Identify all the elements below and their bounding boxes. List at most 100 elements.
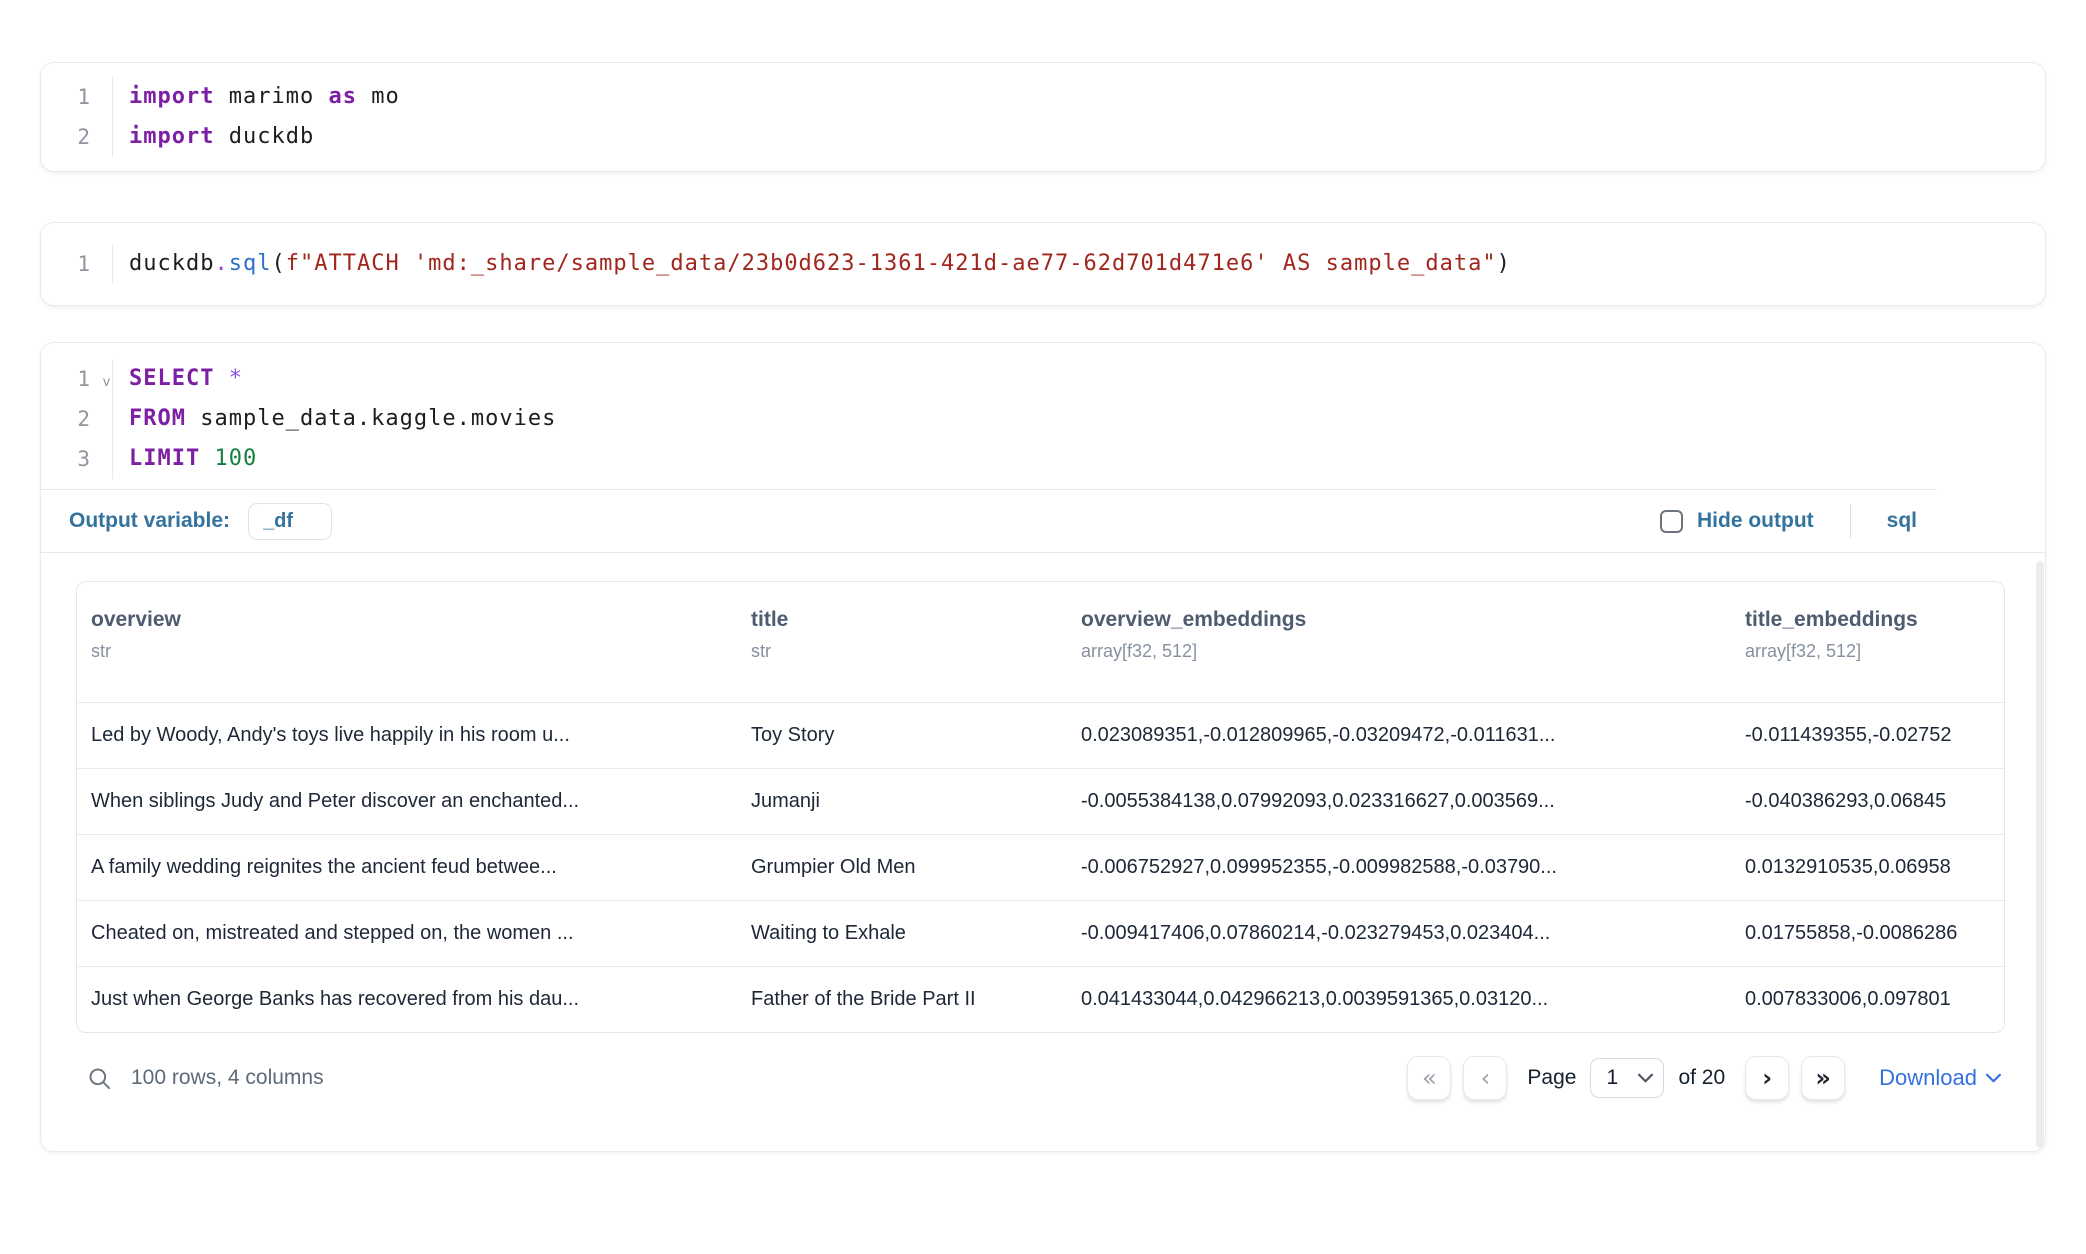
table-cell[interactable]: 0.01755858,-0.0086286 <box>1745 922 2004 945</box>
hide-output-checkbox[interactable] <box>1660 510 1683 533</box>
next-page-button[interactable]: › <box>1745 1056 1789 1100</box>
code-cell-imports: 1import marimo as mo2import duckdb <box>40 62 2046 172</box>
column-header-overview[interactable]: overview str <box>91 608 751 702</box>
column-name: title <box>751 608 1067 632</box>
table-cell[interactable]: Toy Story <box>751 724 1081 747</box>
code-line[interactable]: 3LIMIT 100 <box>41 439 2045 479</box>
line-number: 3 <box>41 439 113 479</box>
code-token <box>214 366 228 391</box>
code-token: . <box>214 251 228 276</box>
table-row[interactable]: Cheated on, mistreated and stepped on, t… <box>77 900 2004 966</box>
table-cell[interactable]: Just when George Banks has recovered fro… <box>91 988 751 1011</box>
column-dtype: array[f32, 512] <box>1081 641 1731 662</box>
code-editor[interactable]: 1duckdb.sql(f"ATTACH 'md:_share/sample_d… <box>41 244 2045 284</box>
dataframe-table: overview str title str overview_embeddingsar… <box>76 581 2005 1033</box>
hide-output-label[interactable]: Hide output <box>1697 509 1814 533</box>
code-token: duckdb <box>214 124 314 149</box>
chevron-down-icon <box>1638 1073 1653 1083</box>
code-token: as <box>328 84 357 109</box>
first-page-button[interactable]: « <box>1407 1056 1451 1100</box>
table-cell[interactable]: Grumpier Old Men <box>751 856 1081 879</box>
output-variable-bar: Output variable: Hide output sql <box>41 490 2045 552</box>
code-cell-attach: 1duckdb.sql(f"ATTACH 'md:_share/sample_d… <box>40 222 2046 306</box>
table-footer: 100 rows, 4 columns « ‹ Page 1 <box>76 1049 2005 1107</box>
sql-cell: 1vSELECT *2FROM sample_data.kaggle.movie… <box>40 342 2046 1152</box>
prev-page-button[interactable]: ‹ <box>1463 1056 1507 1100</box>
table-cell[interactable]: -0.011439355,-0.02752 <box>1745 724 2004 747</box>
table-header-row: overview str title str overview_embeddingsar… <box>77 582 2004 702</box>
code-text: SELECT * <box>113 359 243 399</box>
line-number: 2 <box>41 399 113 439</box>
output-variable-input[interactable] <box>248 503 332 540</box>
page-select[interactable]: 1 <box>1590 1058 1664 1098</box>
table-cell[interactable]: 0.023089351,-0.012809965,-0.03209472,-0.… <box>1081 724 1745 747</box>
output-variable-label: Output variable: <box>69 509 230 533</box>
code-line[interactable]: 1vSELECT * <box>41 359 2045 399</box>
code-token: f"ATTACH 'md:_share/sample_data/23b0d623… <box>286 251 1497 276</box>
code-token: ( <box>271 251 285 276</box>
page-label: Page <box>1527 1066 1576 1090</box>
language-badge-sql[interactable]: sql <box>1887 509 1917 533</box>
table-cell[interactable]: When siblings Judy and Peter discover an… <box>91 790 751 813</box>
table-cell[interactable]: Jumanji <box>751 790 1081 813</box>
code-token: ) <box>1497 251 1511 276</box>
line-number: 1v <box>41 359 113 399</box>
double-chevron-right-icon: » <box>1815 1064 1831 1092</box>
last-page-button[interactable]: » <box>1801 1056 1845 1100</box>
table-cell[interactable]: Father of the Bride Part II <box>751 988 1081 1011</box>
code-text: duckdb.sql(f"ATTACH 'md:_share/sample_da… <box>113 244 1511 284</box>
line-number: 1 <box>41 77 113 117</box>
table-cell[interactable]: A family wedding reignites the ancient f… <box>91 856 751 879</box>
table-cell[interactable]: Waiting to Exhale <box>751 922 1081 945</box>
code-line[interactable]: 1duckdb.sql(f"ATTACH 'md:_share/sample_d… <box>41 244 2045 284</box>
code-token: 100 <box>214 446 257 471</box>
column-dtype: str <box>751 641 1067 662</box>
code-text: LIMIT 100 <box>113 439 257 479</box>
table-output-area: overview str title str overview_embeddingsar… <box>41 553 2045 1151</box>
table-cell[interactable]: -0.0055384138,0.07992093,0.023316627,0.0… <box>1081 790 1745 813</box>
cell-scrollbar[interactable] <box>2036 561 2044 1148</box>
column-header-title_embeddings[interactable]: title_embeddingsarray[f32, 512] <box>1745 608 2004 702</box>
line-number: 2 <box>41 117 113 157</box>
divider <box>1850 504 1851 538</box>
table-cell[interactable]: 0.041433044,0.042966213,0.0039591365,0.0… <box>1081 988 1745 1011</box>
code-token: * <box>229 366 243 391</box>
column-dtype: str <box>91 641 737 662</box>
column-header-title[interactable]: title str <box>751 608 1081 702</box>
download-button[interactable]: Download <box>1879 1065 2001 1091</box>
download-label: Download <box>1879 1065 1977 1091</box>
code-text: import duckdb <box>113 117 314 157</box>
column-header-overview_embeddings[interactable]: overview_embeddings array[f32, 512] <box>1081 608 1745 702</box>
double-chevron-left-icon: « <box>1422 1064 1437 1092</box>
table-cell[interactable]: Led by Woody, Andy's toys live happily i… <box>91 724 751 747</box>
table-cell[interactable]: Cheated on, mistreated and stepped on, t… <box>91 922 751 945</box>
notebook-page: 1import marimo as mo2import duckdb 1duck… <box>0 62 2086 1152</box>
code-token: SELECT <box>129 366 214 391</box>
table-body: Led by Woody, Andy's toys live happily i… <box>77 702 2004 1032</box>
table-cell[interactable]: -0.006752927,0.099952355,-0.009982588,-0… <box>1081 856 1745 879</box>
table-cell[interactable]: -0.009417406,0.07860214,-0.023279453,0.0… <box>1081 922 1745 945</box>
code-editor[interactable]: 1vSELECT *2FROM sample_data.kaggle.movie… <box>41 359 2045 479</box>
table-row[interactable]: A family wedding reignites the ancient f… <box>77 834 2004 900</box>
code-token: duckdb <box>129 251 214 276</box>
column-name: overview <box>91 608 737 632</box>
code-editor[interactable]: 1import marimo as mo2import duckdb <box>41 77 2045 157</box>
table-cell[interactable]: -0.040386293,0.06845 <box>1745 790 2004 813</box>
table-row[interactable]: Just when George Banks has recovered fro… <box>77 966 2004 1032</box>
code-token: mo <box>357 84 400 109</box>
search-icon[interactable] <box>86 1065 113 1092</box>
code-line[interactable]: 2import duckdb <box>41 117 2045 157</box>
table-cell[interactable]: 0.007833006,0.097801 <box>1745 988 2004 1011</box>
code-token: sql <box>229 251 272 276</box>
table-row[interactable]: Led by Woody, Andy's toys live happily i… <box>77 702 2004 768</box>
column-name: overview_embeddings <box>1081 608 1731 632</box>
table-cell[interactable]: 0.0132910535,0.06958 <box>1745 856 2004 879</box>
code-line[interactable]: 2FROM sample_data.kaggle.movies <box>41 399 2045 439</box>
code-text: FROM sample_data.kaggle.movies <box>113 399 556 439</box>
table-row[interactable]: When siblings Judy and Peter discover an… <box>77 768 2004 834</box>
chevron-down-icon <box>1986 1073 2001 1083</box>
chevron-right-icon: › <box>1762 1064 1772 1092</box>
code-token: FROM <box>129 406 186 431</box>
fold-chevron-icon[interactable]: v <box>103 361 110 401</box>
code-line[interactable]: 1import marimo as mo <box>41 77 2045 117</box>
